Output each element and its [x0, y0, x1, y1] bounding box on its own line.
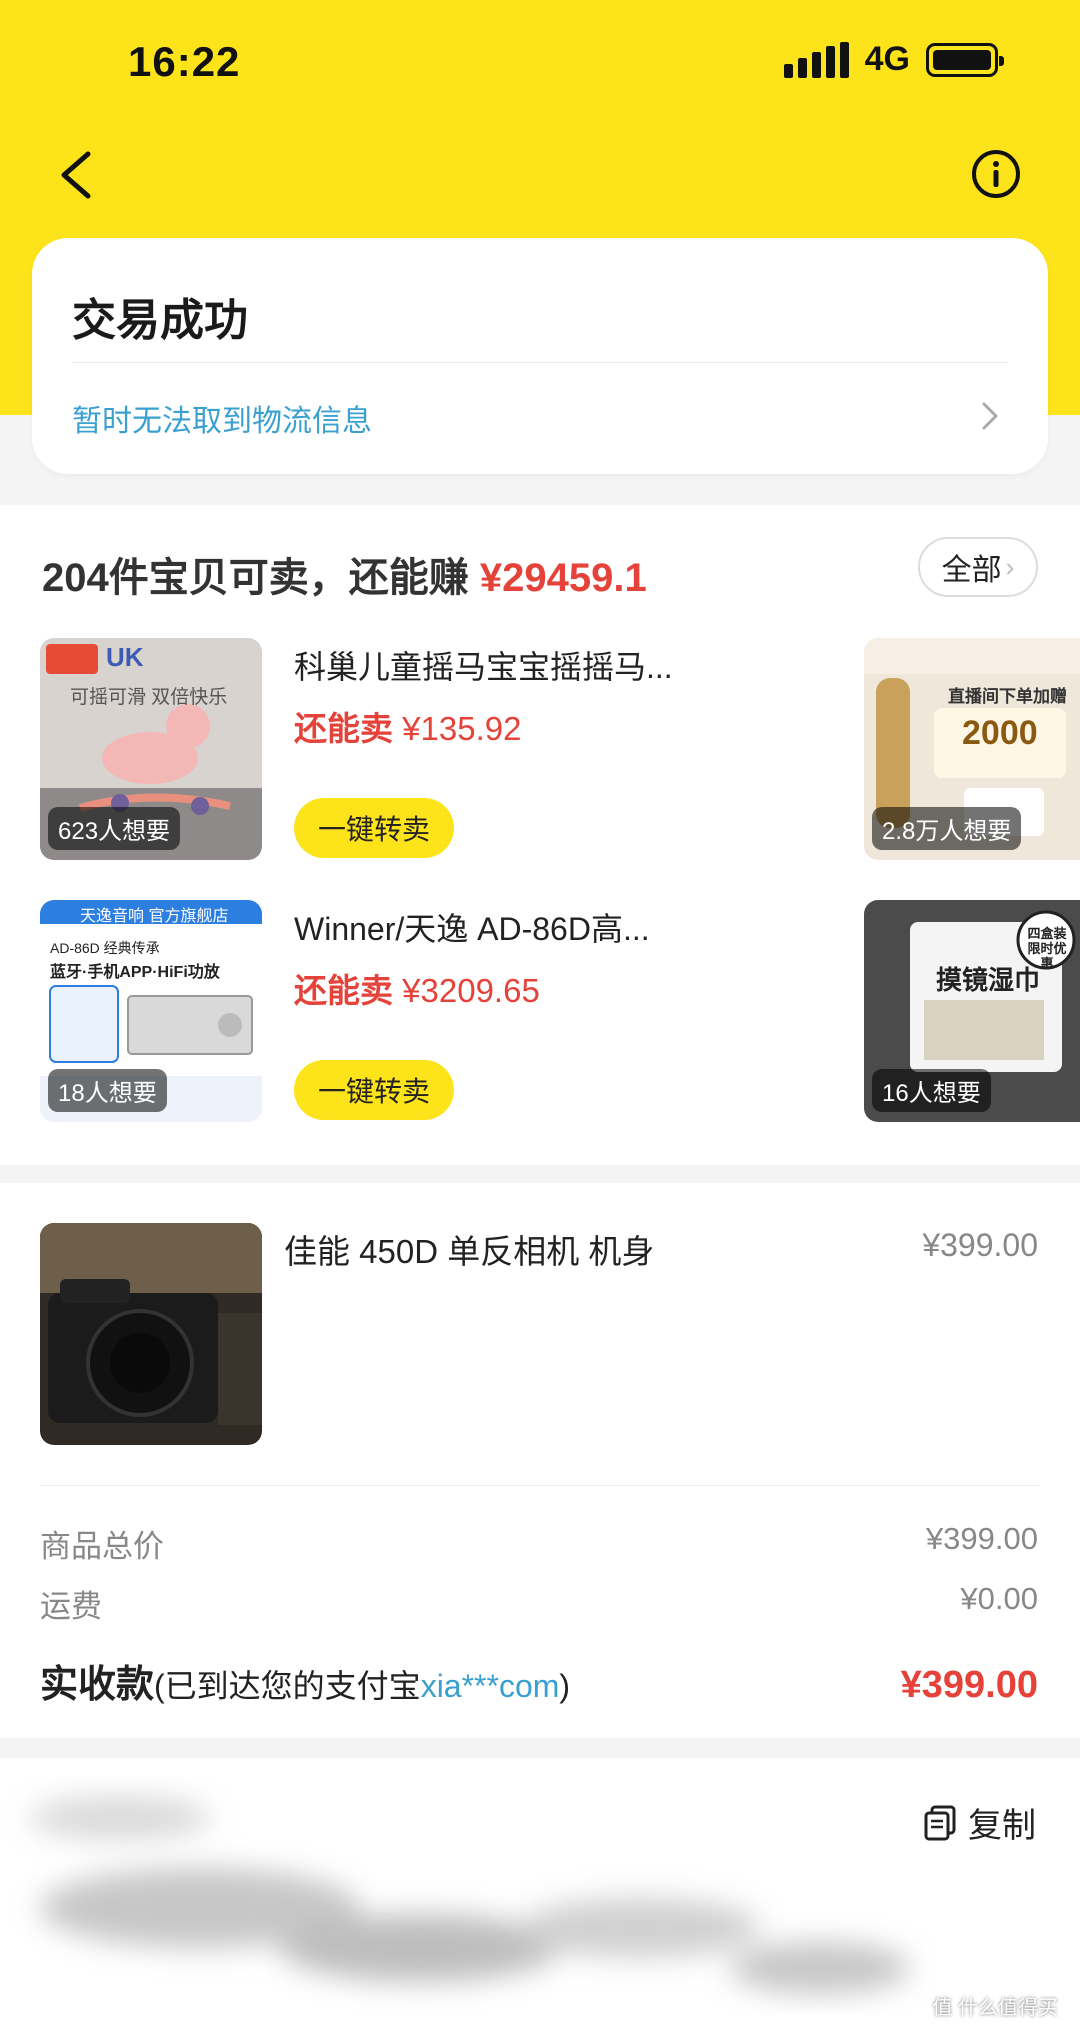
thumb-number: 2000: [962, 714, 1038, 752]
price-label: 还能卖: [294, 710, 393, 747]
received-note: (已到达您的支付宝: [154, 1668, 421, 1704]
product-thumbnail[interactable]: 天逸音响 官方旗舰店 AD-86D 经典传承 蓝牙·手机APP·HiFi功放 1…: [40, 900, 262, 1122]
item-title[interactable]: 科巢儿童摇马宝宝摇摇马...: [294, 642, 673, 688]
want-count: 18人想要: [48, 1069, 167, 1112]
copy-button[interactable]: 复制: [924, 1798, 1036, 1847]
copy-icon: [924, 1805, 956, 1840]
status-bar: 16:22 4G: [0, 0, 1080, 130]
resell-heading: 204件宝贝可卖，还能赚 ¥29459.1: [42, 545, 647, 603]
order-detail-card: 佳能 450D 单反相机 机身 ¥399.00 商品总价 ¥399.00 运费 …: [0, 1183, 1080, 1738]
item-price: 还能卖 ¥135.92: [294, 702, 521, 750]
received-value: ¥399.00: [900, 1664, 1038, 1706]
order-info-card: 复制 值 什么值得买: [0, 1758, 1080, 2030]
view-all-label: 全部: [941, 554, 1002, 587]
recommend-thumbnail[interactable]: 摸镜湿巾 四盒装 限时优惠 16人想要: [864, 900, 1080, 1122]
watermark: 值 什么值得买: [932, 1997, 1058, 2019]
signal-icon: [783, 41, 849, 78]
product-thumbnail[interactable]: UK 可摇可滑 双倍快乐 623人想要: [40, 638, 262, 860]
status-icons: 4G: [783, 40, 1004, 79]
network-label: 4G: [864, 40, 910, 78]
thumb-caption: AD-86D 经典传承: [50, 940, 160, 956]
one-click-resell-button[interactable]: 一键转卖: [294, 798, 454, 858]
thumb-caption: 可摇可滑 双倍快乐: [70, 687, 228, 708]
resell-heading-text: 204件宝贝可卖，还能赚: [42, 556, 469, 600]
order-status-card: 交易成功 暂时无法取到物流信息: [32, 238, 1048, 474]
recommend-thumbnail[interactable]: 直播间下单加赠 2000 2.8万人想要: [864, 638, 1080, 860]
received-label-group: 实收款(已到达您的支付宝xia***com): [40, 1653, 570, 1708]
resell-section: 204件宝贝可卖，还能赚 ¥29459.1 全部 › UK 可摇可滑 双倍快乐 6…: [0, 505, 1080, 1165]
shipping-row: 运费 ¥0.00: [40, 1581, 1038, 1626]
price-label: 还能卖: [294, 972, 393, 1009]
want-count: 623人想要: [48, 807, 181, 850]
resell-heading-amount: ¥29459.1: [479, 556, 647, 600]
shipping-value: ¥0.00: [960, 1581, 1038, 1616]
shipping-label: 运费: [40, 1589, 102, 1624]
price-value: ¥135.92: [402, 710, 522, 747]
resell-item[interactable]: UK 可摇可滑 双倍快乐 623人想要 科巢儿童摇马宝宝摇摇马... 还能卖 ¥…: [40, 638, 1080, 860]
product-title[interactable]: 佳能 450D 单反相机 机身: [284, 1225, 654, 1273]
want-count: 16人想要: [872, 1069, 991, 1112]
info-icon: [972, 150, 1020, 198]
thumb-banner: 天逸音响 官方旗舰店: [80, 908, 229, 925]
order-status-title: 交易成功: [72, 296, 248, 345]
price-value: ¥3209.65: [402, 972, 540, 1009]
logistics-link[interactable]: 暂时无法取到物流信息: [72, 396, 372, 440]
camera-image: [40, 1223, 262, 1445]
battery-icon: [926, 42, 1004, 77]
one-click-resell-button[interactable]: 一键转卖: [294, 1060, 454, 1120]
info-button[interactable]: [970, 148, 1022, 200]
received-note-end: ): [559, 1668, 571, 1704]
received-label: 实收款: [40, 1664, 155, 1706]
chevron-left-icon: [61, 151, 91, 199]
subtotal-value: ¥399.00: [925, 1521, 1038, 1556]
thumb-caption: 直播间下单加赠: [948, 687, 1067, 706]
chevron-right-icon[interactable]: [976, 398, 1004, 434]
view-all-button[interactable]: 全部 ›: [918, 537, 1038, 597]
subtotal-row: 商品总价 ¥399.00: [40, 1521, 1038, 1566]
redacted-area: [30, 1796, 910, 1994]
thumb-badge: 四盒装 限时优惠: [1027, 926, 1067, 971]
item-price: 还能卖 ¥3209.65: [294, 964, 540, 1012]
item-title[interactable]: Winner/天逸 AD-86D高...: [294, 904, 650, 950]
thumb-brand: UK: [106, 642, 144, 672]
thumb-caption: 蓝牙·手机APP·HiFi功放: [50, 964, 220, 981]
resell-item[interactable]: 天逸音响 官方旗舰店 AD-86D 经典传承 蓝牙·手机APP·HiFi功放 1…: [40, 900, 1080, 1122]
status-time: 16:22: [128, 38, 241, 85]
divider: [40, 1485, 1040, 1486]
chevron-right-icon: ›: [1005, 551, 1015, 582]
product-thumbnail[interactable]: [40, 1223, 262, 1445]
divider: [72, 362, 1008, 363]
received-row: 实收款(已到达您的支付宝xia***com) ¥399.00: [40, 1653, 1038, 1708]
copy-label: 复制: [968, 1807, 1036, 1845]
back-button[interactable]: [50, 140, 110, 210]
alipay-account: xia***com: [420, 1668, 560, 1704]
want-count: 2.8万人想要: [872, 807, 1022, 850]
product-price: ¥399.00: [922, 1227, 1038, 1263]
subtotal-label: 商品总价: [40, 1529, 164, 1564]
